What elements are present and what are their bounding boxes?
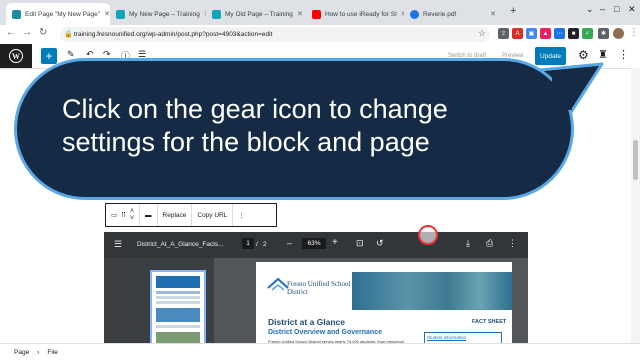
- url-field[interactable]: training.fresnounified.org/wp-admin/post…: [60, 27, 490, 42]
- zoom-out-icon[interactable]: –: [287, 238, 292, 248]
- extension-icon[interactable]: ⋯: [554, 28, 565, 39]
- tab-label: Reverie.pdf: [423, 10, 457, 18]
- zoom-in-icon[interactable]: +: [332, 237, 338, 248]
- tab-label: My New Page – Training: [129, 10, 200, 18]
- rotate-icon[interactable]: ↺: [376, 238, 384, 249]
- graduates-photo: [352, 272, 512, 310]
- wordpress-icon: W: [9, 49, 23, 63]
- add-block-button[interactable]: +: [41, 48, 57, 64]
- fact-sheet-label: FACT SHEET: [472, 319, 507, 325]
- lock-icon[interactable]: 🔒: [64, 30, 73, 38]
- reload-icon[interactable]: ↻: [39, 27, 47, 38]
- pdf-menu-icon[interactable]: ☰: [114, 239, 122, 250]
- forward-icon[interactable]: →: [22, 27, 32, 38]
- print-icon[interactable]: ⎙: [486, 238, 493, 249]
- block-options-button[interactable]: ⋮: [233, 204, 250, 226]
- callout-line-1: Click on the gear icon to change: [62, 94, 448, 124]
- copy-url-button[interactable]: Copy URL: [192, 204, 234, 226]
- extension-icon[interactable]: ✓: [582, 28, 593, 39]
- gear-icon[interactable]: ⚙: [578, 48, 589, 62]
- minimize-icon[interactable]: –: [600, 4, 605, 14]
- url-text: training.fresnounified.org/wp-admin/post…: [74, 31, 273, 38]
- more-options-icon: ⋮: [238, 212, 245, 219]
- tab-label: My Old Page – Training: [225, 10, 293, 18]
- move-up-down-icon[interactable]: ˄ ˅: [130, 208, 134, 222]
- breadcrumb-page[interactable]: Page: [14, 349, 29, 356]
- replace-button[interactable]: Replace: [158, 204, 193, 226]
- globe-icon: [410, 9, 419, 19]
- pdf-subheading: District Overview and Governance: [268, 329, 382, 336]
- click-indicator: [418, 225, 438, 245]
- maximize-icon[interactable]: □: [614, 4, 619, 14]
- options-menu-icon[interactable]: ⋮: [618, 48, 629, 61]
- drag-handle-icon[interactable]: ⠿: [121, 211, 126, 219]
- org-name: Fresno Unified School District: [287, 280, 351, 296]
- download-icon[interactable]: ⤓: [466, 238, 470, 249]
- breadcrumb-separator: ›: [37, 348, 40, 356]
- student-info-link[interactable]: Student information: [427, 335, 466, 340]
- wordpress-tab-icon: [12, 9, 21, 19]
- youtube-icon: [312, 9, 321, 19]
- align-icon: ▬: [145, 211, 152, 219]
- site-tab-icon: [212, 9, 221, 19]
- tab-reverie-pdf[interactable]: Reverie.pdf ✕: [404, 3, 502, 25]
- block-breadcrumb: Page › File: [0, 343, 640, 360]
- wordpress-logo-button[interactable]: W: [0, 44, 32, 68]
- breadcrumb-file[interactable]: File: [47, 349, 57, 356]
- extension-icon[interactable]: ▲: [540, 28, 551, 39]
- pdf-page-thumbnail[interactable]: [150, 270, 206, 350]
- scrollbar-thumb[interactable]: [633, 140, 638, 180]
- align-control[interactable]: ▬: [140, 204, 158, 226]
- extension-icon[interactable]: ▣: [526, 28, 537, 39]
- avatar[interactable]: [613, 28, 624, 39]
- tab-label: How to use iReady for SI: [325, 10, 397, 18]
- callout-text: Click on the gear icon to change setting…: [62, 93, 542, 159]
- tab-my-new-page[interactable]: My New Page – Training ✕: [110, 3, 206, 25]
- star-icon[interactable]: ☆: [478, 28, 486, 39]
- pdf-page-total: 2: [263, 241, 267, 248]
- back-icon[interactable]: ←: [6, 27, 16, 38]
- plugin-icon[interactable]: ♜: [598, 48, 608, 61]
- block-toolbar: ▭ ⠿ ˄ ˅ ▬ Replace Copy URL ⋮: [105, 203, 277, 227]
- bubble-tail-fill: [552, 70, 572, 110]
- callout-line-2: settings for the block and page: [62, 127, 430, 157]
- new-tab-button[interactable]: +: [510, 5, 516, 17]
- extension-icon[interactable]: ■: [568, 28, 579, 39]
- pdf-page-separator: /: [256, 241, 258, 248]
- close-window-icon[interactable]: ✕: [628, 4, 636, 15]
- fit-page-icon[interactable]: ⊡: [356, 238, 364, 249]
- pdf-filename: District_At_A_Glance_Facts...: [137, 241, 224, 248]
- tab-my-old-page[interactable]: My Old Page – Training ✕: [206, 3, 306, 25]
- extension-icon[interactable]: ⇪: [498, 28, 509, 39]
- pdf-heading: District at a Glance: [268, 317, 346, 327]
- scrollbar-track[interactable]: [631, 68, 640, 343]
- tab-youtube-iready[interactable]: How to use iReady for SI ✕: [306, 3, 404, 25]
- tab-label: Edit Page "My New Page": [25, 10, 101, 18]
- chevron-down-icon[interactable]: ⌄: [586, 4, 594, 15]
- extension-icon[interactable]: A: [512, 28, 523, 39]
- puzzle-icon[interactable]: ✱: [598, 28, 609, 39]
- pdf-more-icon[interactable]: ⋮: [508, 238, 517, 249]
- pdf-zoom-input[interactable]: 63%: [302, 238, 326, 249]
- tab-edit-page[interactable]: Edit Page "My New Page" ✕: [6, 3, 110, 25]
- file-block-icon[interactable]: ▭: [111, 211, 117, 219]
- pdf-page-input[interactable]: 1: [242, 238, 254, 249]
- block-type-controls: ▭ ⠿ ˄ ˅: [106, 204, 141, 226]
- close-icon[interactable]: ✕: [297, 10, 303, 18]
- site-tab-icon: [116, 9, 125, 19]
- browser-menu-icon[interactable]: ⋮: [629, 27, 639, 38]
- close-icon[interactable]: ✕: [490, 10, 496, 18]
